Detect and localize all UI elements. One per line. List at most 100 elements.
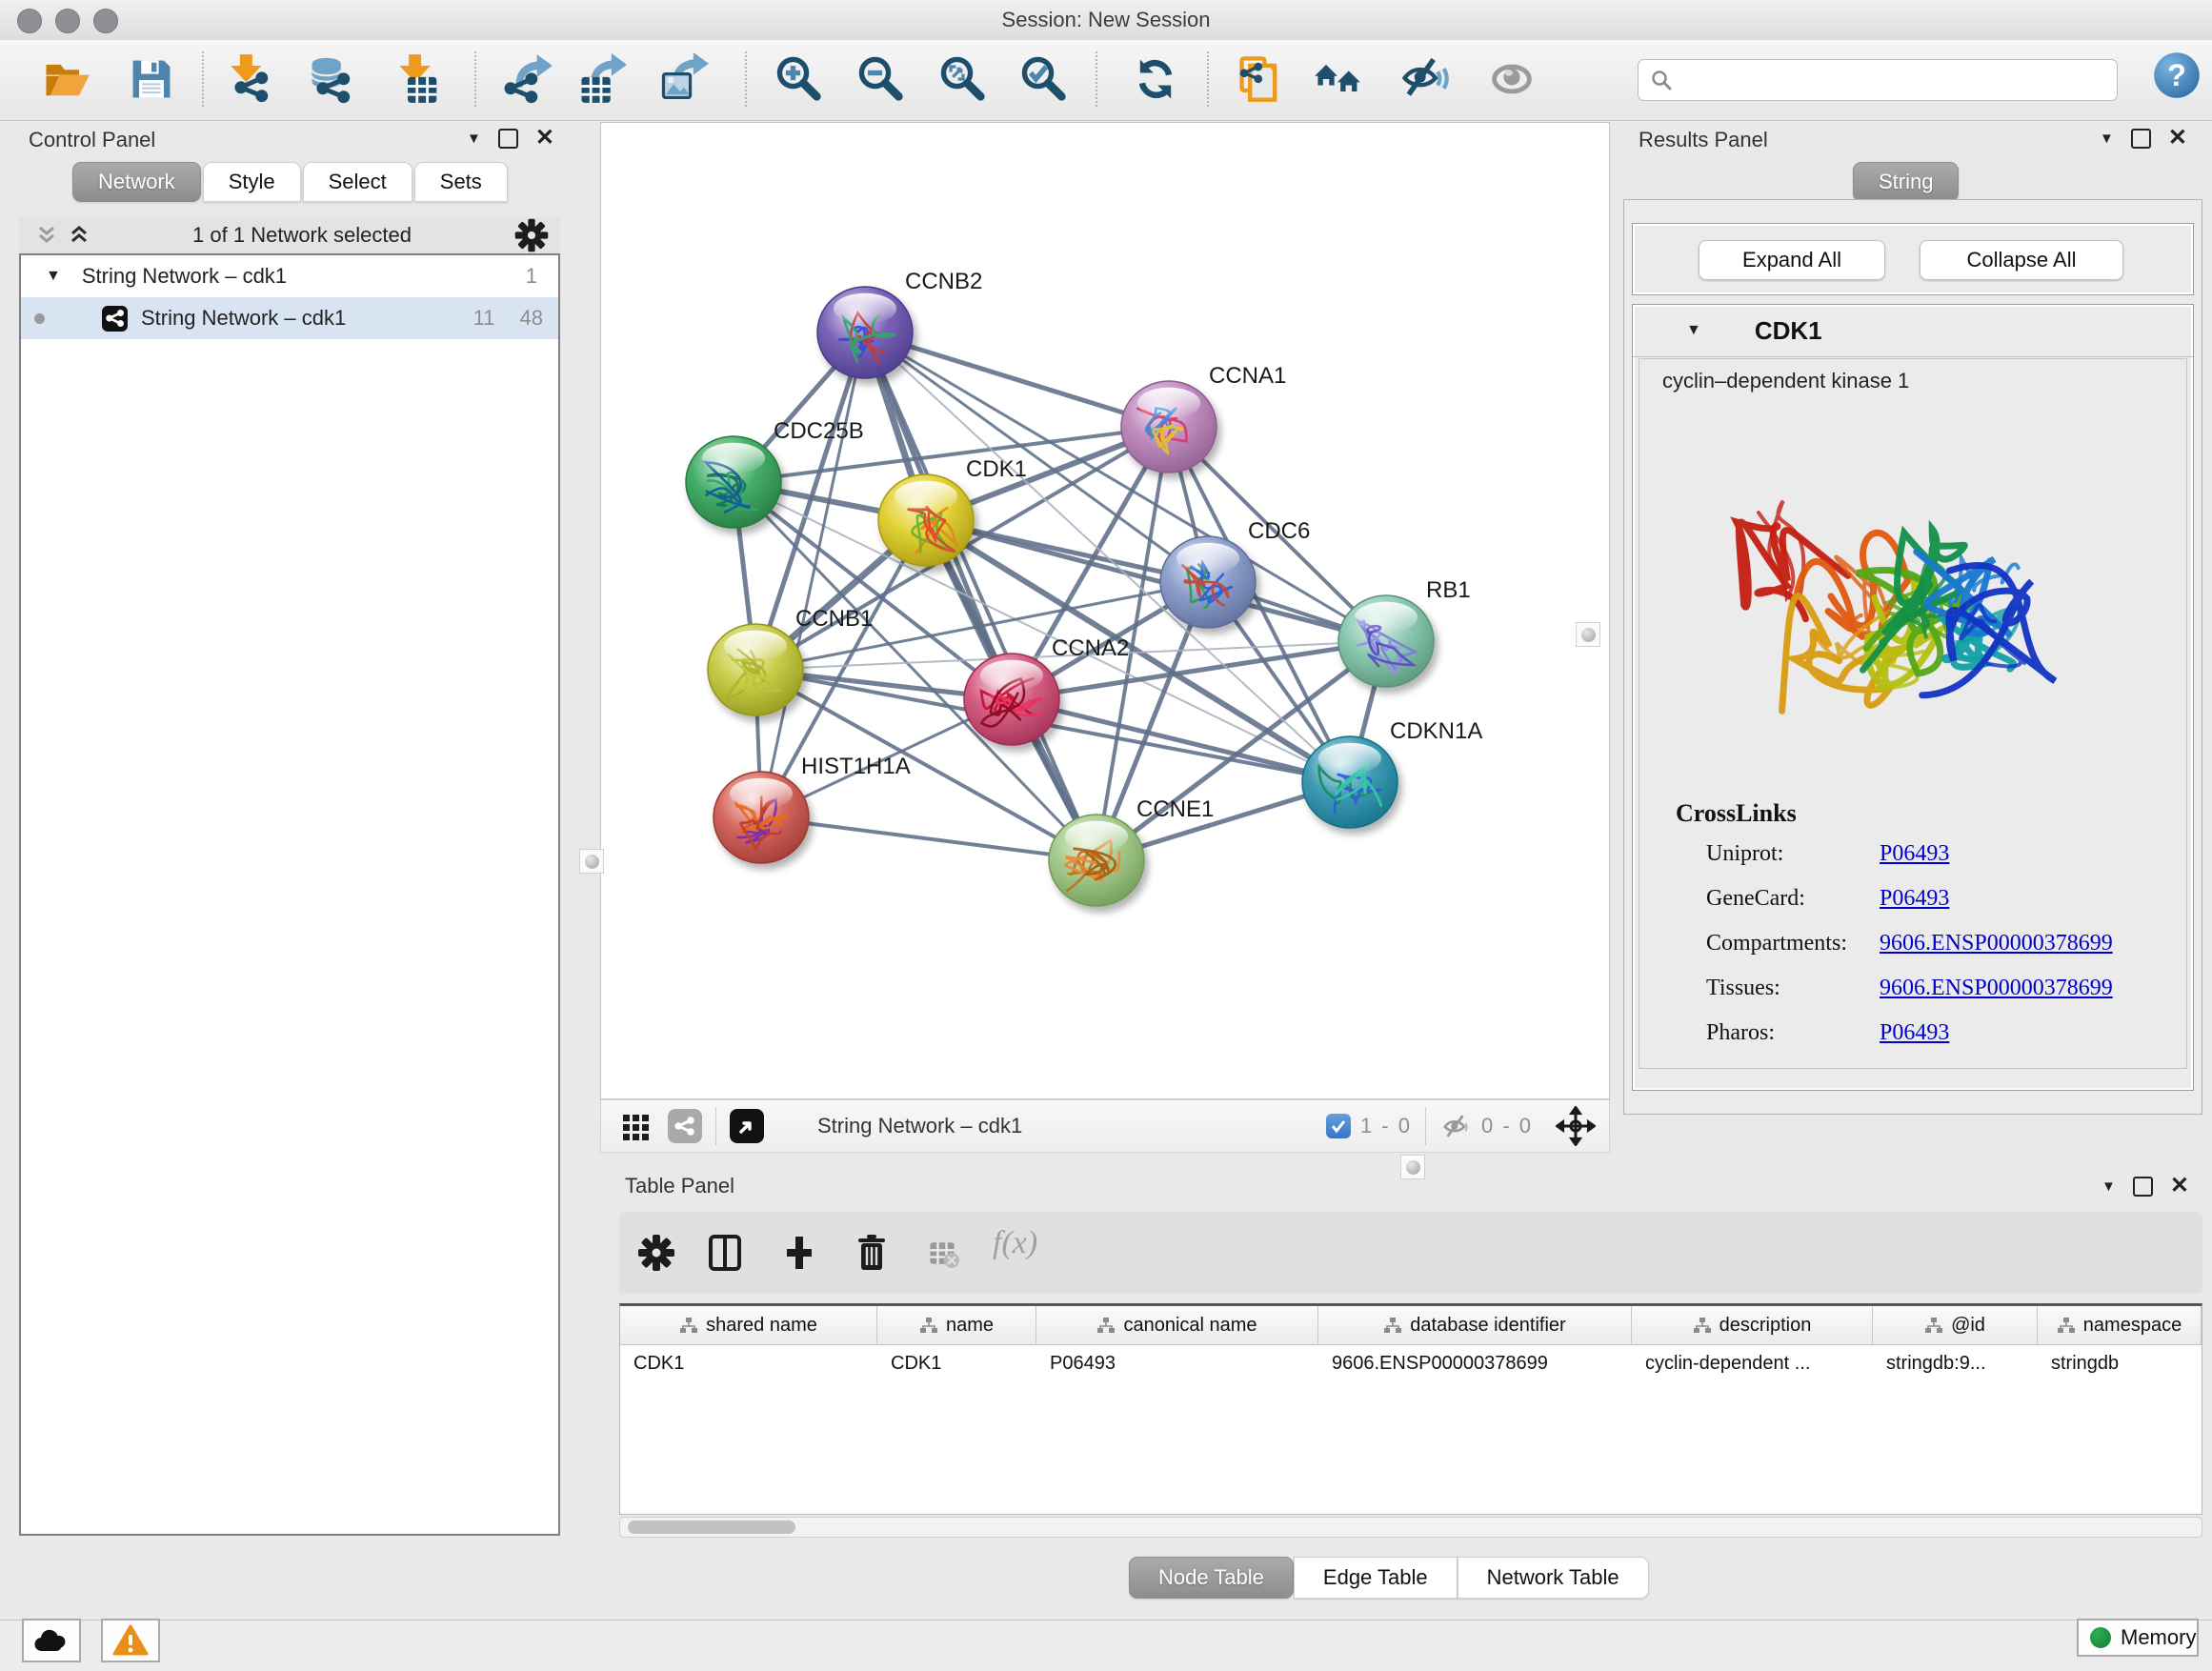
left-splitter-handle[interactable]: [579, 849, 604, 874]
network-canvas[interactable]: CCNB2CCNA1CDC25BCDK1CDC6RB1CCNB1CCNA2CDK…: [600, 122, 1610, 1099]
refresh-view-icon[interactable]: [1130, 53, 1181, 105]
column-header-shared-name[interactable]: shared name: [620, 1306, 877, 1344]
collapse-all-button[interactable]: Collapse All: [1920, 240, 2123, 280]
delete-column-icon[interactable]: [850, 1231, 894, 1275]
import-network-database-icon[interactable]: [305, 53, 356, 105]
crosslink-link[interactable]: P06493: [1880, 1020, 1949, 1046]
save-session-icon[interactable]: [126, 53, 177, 105]
collapse-all-icon[interactable]: [34, 223, 59, 248]
pan-crosshair-icon[interactable]: [1556, 1106, 1596, 1146]
network-node-CCNB2[interactable]: [817, 287, 913, 378]
table-panel-close-icon[interactable]: ✕: [2170, 1177, 2189, 1196]
zoom-out-icon[interactable]: [855, 53, 907, 105]
table-cell[interactable]: 9606.ENSP00000378699: [1318, 1345, 1632, 1381]
zoom-fit-icon[interactable]: [937, 53, 989, 105]
show-all-icon[interactable]: [1486, 53, 1538, 105]
crosslink-link[interactable]: 9606.ENSP00000378699: [1880, 931, 2113, 956]
table-cell[interactable]: stringdb: [2038, 1345, 2202, 1381]
control-panel-close-icon[interactable]: ✕: [535, 129, 554, 148]
table-cell[interactable]: CDK1: [877, 1345, 1036, 1381]
tab-edge-table[interactable]: Edge Table: [1294, 1557, 1458, 1599]
crosslink-link[interactable]: P06493: [1880, 886, 1949, 912]
tab-style[interactable]: Style: [203, 162, 301, 202]
column-header-name[interactable]: name: [877, 1306, 1036, 1344]
string-view-icon[interactable]: [668, 1109, 702, 1143]
help-icon[interactable]: ?: [2151, 50, 2202, 101]
results-panel-close-icon[interactable]: ✕: [2168, 129, 2187, 148]
table-panel-menu-icon[interactable]: ▼: [2101, 1178, 2116, 1195]
network-edge-HIST1H1A-CCNE1[interactable]: [761, 817, 1096, 860]
import-network-file-icon[interactable]: [229, 53, 280, 105]
expand-all-button[interactable]: Expand All: [1699, 240, 1885, 280]
export-table-icon[interactable]: [575, 53, 627, 105]
gene-symbol: CDK1: [1755, 316, 1822, 346]
network-row-selected[interactable]: String Network – cdk1 11 48: [21, 297, 558, 339]
export-image-icon[interactable]: [657, 53, 709, 105]
column-header--id[interactable]: @id: [1873, 1306, 2038, 1344]
table-cell[interactable]: P06493: [1036, 1345, 1318, 1381]
tab-node-table[interactable]: Node Table: [1129, 1557, 1294, 1599]
table-toolbar: f(x): [619, 1212, 2202, 1294]
first-neighbors-icon[interactable]: [1313, 53, 1364, 105]
select-columns-icon[interactable]: [703, 1231, 747, 1275]
warnings-button[interactable]: [101, 1619, 160, 1662]
column-header-namespace[interactable]: namespace: [2038, 1306, 2202, 1344]
tab-sets[interactable]: Sets: [414, 162, 508, 202]
column-header-canonical-name[interactable]: canonical name: [1036, 1306, 1318, 1344]
table-cell[interactable]: cyclin-dependent ...: [1632, 1345, 1873, 1381]
right-splitter-handle[interactable]: [1576, 622, 1600, 647]
network-node-HIST1H1A[interactable]: [714, 772, 809, 863]
birdseye-view-icon[interactable]: [730, 1109, 764, 1143]
network-node-RB1[interactable]: [1338, 595, 1434, 687]
results-panel-float-icon[interactable]: [2131, 129, 2151, 149]
export-network-icon[interactable]: [503, 53, 554, 105]
table-settings-gear-icon[interactable]: [634, 1231, 678, 1275]
tab-string[interactable]: String: [1853, 162, 1959, 202]
network-node-CDKN1A[interactable]: [1302, 736, 1398, 828]
network-node-CDC6[interactable]: [1160, 536, 1256, 628]
tab-network[interactable]: Network: [72, 162, 201, 202]
crosslink-link[interactable]: P06493: [1880, 841, 1949, 867]
selection-checkbox[interactable]: [1326, 1114, 1351, 1138]
zoom-selected-icon[interactable]: [1018, 53, 1070, 105]
column-header-description[interactable]: description: [1632, 1306, 1873, 1344]
control-panel-float-icon[interactable]: [498, 129, 518, 149]
table-panel-float-icon[interactable]: [2133, 1177, 2153, 1197]
add-column-icon[interactable]: [777, 1231, 821, 1275]
open-session-icon[interactable]: [40, 53, 91, 105]
crosslink-link[interactable]: 9606.ENSP00000378699: [1880, 976, 2113, 1001]
network-node-CCNA2[interactable]: [964, 654, 1059, 745]
network-node-CCNB1[interactable]: [708, 624, 803, 715]
tab-select[interactable]: Select: [303, 162, 412, 202]
cloud-icon: [32, 1626, 70, 1655]
search-input[interactable]: [1680, 62, 2117, 98]
results-panel-menu-icon[interactable]: ▼: [2100, 131, 2114, 147]
clone-network-icon[interactable]: [1235, 53, 1286, 105]
network-node-CDC25B[interactable]: [686, 436, 781, 528]
search-field[interactable]: [1638, 59, 2118, 101]
network-edge-CCNB2-CCNE1[interactable]: [865, 332, 1096, 860]
grid-view-icon[interactable]: [620, 1110, 653, 1142]
network-options-gear-icon[interactable]: [513, 216, 551, 254]
network-node-CCNE1[interactable]: [1049, 815, 1144, 906]
table-cell[interactable]: CDK1: [620, 1345, 877, 1381]
scrollbar-thumb[interactable]: [628, 1520, 795, 1534]
crosslink-label: Compartments:: [1706, 931, 1880, 956]
zoom-in-icon[interactable]: [774, 53, 825, 105]
memory-button[interactable]: Memory: [2077, 1619, 2199, 1657]
network-node-CDK1[interactable]: [878, 474, 974, 566]
control-panel-menu-icon[interactable]: ▼: [467, 131, 481, 147]
column-header-database-identifier[interactable]: database identifier: [1318, 1306, 1632, 1344]
table-horizontal-scrollbar[interactable]: [619, 1517, 2202, 1538]
import-table-file-icon[interactable]: [394, 53, 446, 105]
cloud-button[interactable]: [22, 1619, 81, 1662]
gene-collapse-icon[interactable]: ▼: [1686, 322, 1701, 339]
table-cell[interactable]: stringdb:9...: [1873, 1345, 2038, 1381]
hide-selected-icon[interactable]: [1398, 53, 1450, 105]
expand-all-icon[interactable]: [67, 223, 91, 248]
network-collection-row[interactable]: ▼ String Network – cdk1 1: [21, 255, 558, 297]
table-row[interactable]: CDK1CDK1P064939606.ENSP00000378699cyclin…: [620, 1345, 2202, 1381]
tab-network-table[interactable]: Network Table: [1458, 1557, 1649, 1599]
network-node-CCNA1[interactable]: [1121, 381, 1217, 473]
collection-expand-icon[interactable]: ▼: [46, 268, 61, 285]
